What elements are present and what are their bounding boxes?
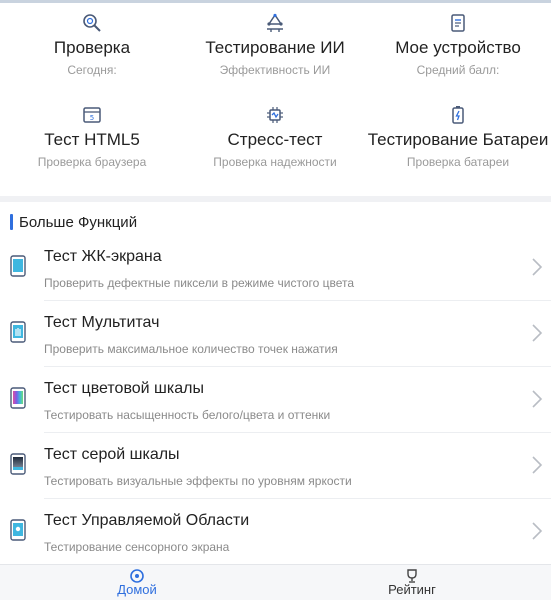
grid-item-subtitle: Проверка батареи: [406, 155, 510, 169]
grid-item-subtitle: Проверка надежности: [213, 155, 337, 169]
list-item-subtitle: Проверить максимальное количество точек …: [44, 342, 338, 356]
grid-item-my-device[interactable]: Мое устройство Средний балл:: [366, 12, 550, 78]
list-item-color-scale-test[interactable]: Тест цветовой шкалы Тестировать насыщенн…: [0, 367, 551, 433]
home-icon: [130, 569, 144, 583]
grid-item-title: Проверка: [53, 38, 131, 57]
grid-item-title: Стресс-тест: [227, 130, 323, 149]
list-item-gray-scale-test[interactable]: Тест серой шкалы Тестировать визуальные …: [0, 433, 551, 499]
tab-label: Домой: [117, 582, 157, 597]
top-divider-line: [0, 0, 551, 3]
list-item-subtitle: Проверить дефектные пиксели в режиме чис…: [44, 276, 355, 290]
list-item-title: Тест серой шкалы: [44, 446, 180, 463]
list-item-title: Тест цветовой шкалы: [44, 380, 204, 397]
grid-item-subtitle: Эффективность ИИ: [219, 63, 331, 77]
grid-item-subtitle: Сегодня:: [67, 63, 117, 77]
lcd-screen-icon: [10, 255, 26, 277]
tab-home[interactable]: Домой: [67, 569, 207, 597]
battery-icon: [452, 106, 464, 124]
grid-item-title: Тестирование ИИ: [205, 38, 345, 57]
grid-item-ai-test[interactable]: Тестирование ИИ Эффективность ИИ: [183, 12, 367, 78]
grid-item-html5[interactable]: 5 Тест HTML5 Проверка браузера: [0, 104, 184, 170]
section-header: Больше Функций: [10, 211, 137, 233]
list-item-touch-area-test[interactable]: Тест Управляемой Области Тестирование се…: [0, 499, 551, 565]
touch-area-icon: [10, 519, 26, 541]
feature-grid: Проверка Сегодня: Тестирование ИИ Эффект…: [0, 8, 551, 194]
chevron-right-icon: [532, 324, 543, 342]
grid-item-battery-test[interactable]: Тестирование Батареи Проверка батареи: [366, 104, 550, 170]
chevron-right-icon: [532, 390, 543, 408]
html5-browser-icon: 5: [83, 107, 101, 123]
grid-item-title: Тестирование Батареи: [367, 130, 549, 149]
grid-item-title: Тест HTML5: [44, 130, 140, 149]
list-item-subtitle: Тестировать насыщенность белого/цвета и …: [44, 408, 331, 422]
list-item-title: Тест Управляемой Области: [44, 512, 250, 529]
grid-item-title: Мое устройство: [395, 38, 521, 57]
tab-rating[interactable]: Рейтинг: [342, 569, 482, 597]
grid-item-check[interactable]: Проверка Сегодня:: [0, 12, 184, 78]
chevron-right-icon: [532, 456, 543, 474]
ai-network-icon: [267, 13, 283, 32]
bottom-navigation: Домой Рейтинг: [0, 564, 551, 600]
chip-stress-icon: [267, 107, 283, 123]
multitouch-icon: [10, 321, 26, 343]
svg-text:5: 5: [90, 114, 94, 122]
chevron-right-icon: [532, 258, 543, 276]
section-accent-bar: [10, 214, 13, 230]
tab-label: Рейтинг: [388, 582, 436, 597]
list-item-subtitle: Тестирование сенсорного экрана: [44, 540, 230, 554]
trophy-icon: [407, 569, 417, 583]
chevron-right-icon: [532, 522, 543, 540]
list-item-lcd-test[interactable]: Тест ЖК-экрана Проверить дефектные пиксе…: [0, 235, 551, 301]
list-item-title: Тест ЖК-экрана: [44, 248, 162, 265]
grid-item-subtitle: Проверка браузера: [37, 155, 147, 169]
magnifier-icon: [83, 14, 101, 32]
list-item-title: Тест Мультитач: [44, 314, 160, 331]
color-scale-icon: [10, 387, 26, 409]
grid-item-subtitle: Средний балл:: [416, 63, 500, 77]
list-item-subtitle: Тестировать визуальные эффекты по уровня…: [44, 474, 352, 488]
section-divider: [0, 196, 551, 202]
section-title: Больше Функций: [19, 213, 138, 231]
list-item-multitouch-test[interactable]: Тест Мультитач Проверить максимальное ко…: [0, 301, 551, 367]
grid-item-stress-test[interactable]: Стресс-тест Проверка надежности: [183, 104, 367, 170]
gray-scale-icon: [10, 453, 26, 475]
more-features-list: Тест ЖК-экрана Проверить дефектные пиксе…: [0, 235, 551, 565]
document-device-icon: [451, 14, 465, 32]
